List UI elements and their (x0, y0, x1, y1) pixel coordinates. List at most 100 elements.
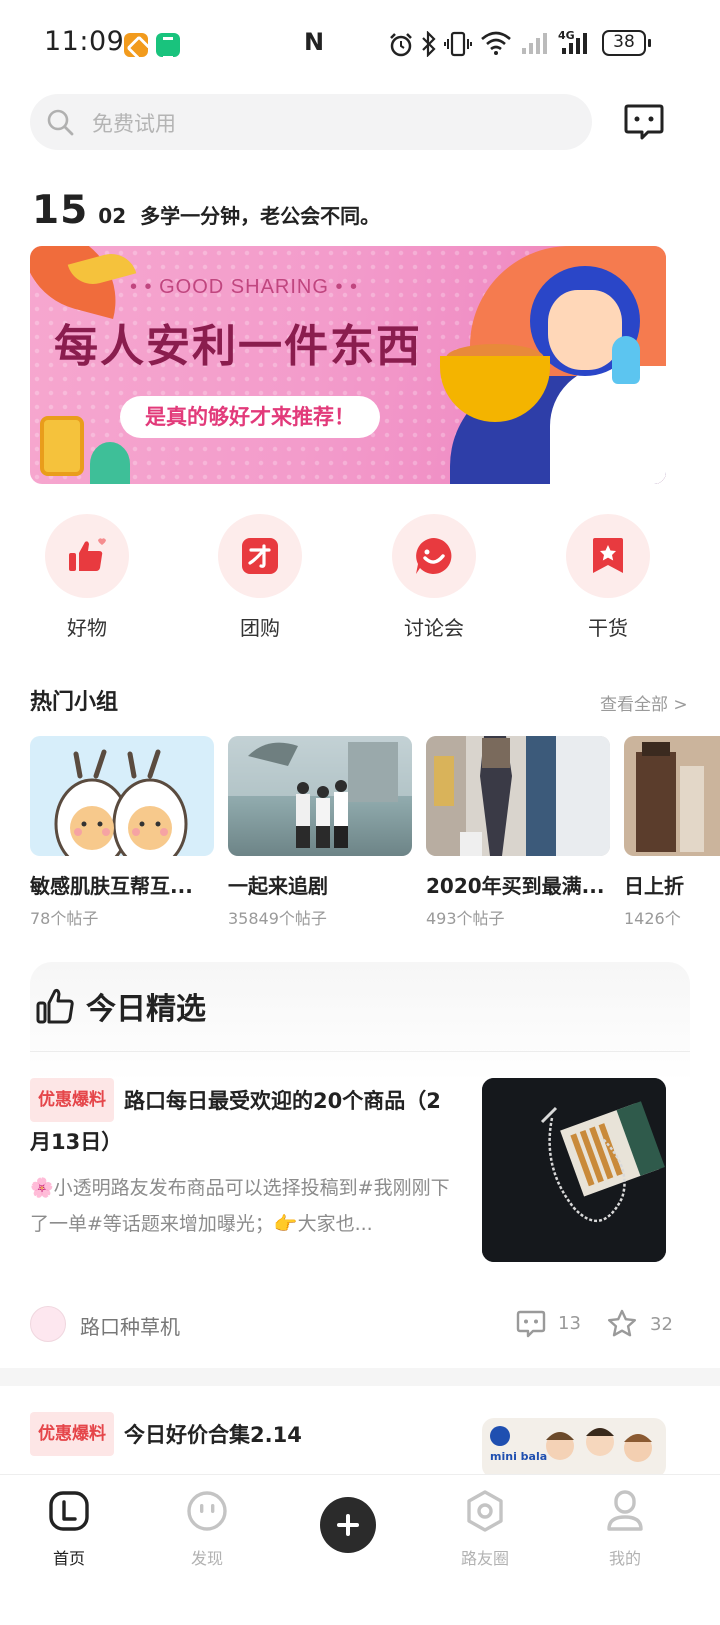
see-all-link[interactable]: 查看全部 > (600, 690, 688, 715)
group-image (426, 736, 610, 856)
nav-home[interactable]: 首页 (14, 1489, 124, 1569)
signal-icon-1 (522, 33, 547, 54)
wardrobe-image (426, 736, 610, 856)
thumb-brand-text: mini bala (490, 1450, 547, 1463)
star-count: 32 (650, 1313, 673, 1335)
alarm-icon (390, 33, 412, 57)
banner-title: 每人安利一件东西 (54, 321, 422, 372)
group-card[interactable]: 2020年买到最满... 493个帖子 (426, 736, 610, 926)
group-name: 一起来追剧 (228, 874, 328, 898)
date-slogan: 多学一分钟，老公会不同。 (140, 204, 381, 228)
category-discussion-circle (392, 514, 476, 598)
category-goods-circle (45, 514, 129, 598)
category-tips[interactable]: 干货 (558, 514, 658, 641)
group-count: 78个帖子 (30, 909, 99, 926)
group-card[interactable]: 日上折 1426个 (624, 736, 720, 926)
nav-label: 我的 (608, 1549, 641, 1568)
drama-scene-image (228, 736, 412, 848)
divider (30, 1051, 690, 1052)
category-row: 好物 团购 讨论会 干货 (0, 514, 720, 644)
category-tips-circle (566, 514, 650, 598)
hourglass-app-icon (156, 33, 180, 59)
comment-count: 13 (558, 1312, 581, 1334)
group-card[interactable]: 一起来追剧 35849个帖子 (228, 736, 412, 926)
bunny-characters-image (54, 749, 188, 856)
svg-text:4G: 4G (558, 29, 575, 42)
banner-illustration-shirt (550, 366, 666, 484)
thumbs-up-icon (36, 988, 74, 1024)
message-icon[interactable] (622, 100, 666, 144)
banner-plant-decoration (90, 442, 130, 484)
bluetooth-icon (422, 31, 436, 57)
discover-face-icon (187, 1491, 227, 1531)
deal-tag: 优惠爆料 (30, 1412, 114, 1456)
nfc-icon: N (304, 28, 325, 56)
banner-subtitle: • • GOOD SHARING • • (130, 276, 359, 298)
star-stat[interactable]: 32 (606, 1308, 673, 1340)
search-input[interactable]: 免费试用 (30, 94, 592, 150)
category-goods[interactable]: 好物 (37, 514, 137, 641)
date-month: 02 (98, 204, 127, 228)
article-author-row: 路口种草机 13 32 (30, 1302, 673, 1346)
category-label: 讨论会 (404, 616, 464, 640)
category-group-buy-circle (218, 514, 302, 598)
comment-icon (516, 1310, 546, 1338)
article-card[interactable]: 优惠爆料 今日好价合集2.14 mini bala (30, 1412, 690, 1478)
banner-illustration-face (548, 290, 622, 370)
group-count: 493个帖子 (426, 909, 505, 926)
smile-bubble-icon (416, 538, 452, 574)
nav-circle[interactable]: 路友圈 (430, 1489, 540, 1569)
search-icon (47, 109, 74, 136)
kids-clothing-image: mini bala (490, 1426, 652, 1463)
article-title-block: 优惠爆料 今日好价合集2.14 (30, 1412, 450, 1456)
group-name: 敏感肌肤互帮互... (30, 874, 193, 898)
author-name[interactable]: 路口种草机 (80, 1311, 180, 1340)
group-card[interactable]: 敏感肌肤互帮互... 78个帖子 (30, 736, 214, 926)
category-group-buy[interactable]: 团购 (210, 514, 310, 641)
comment-stat[interactable]: 13 (516, 1308, 581, 1338)
date-day: 15 (32, 188, 89, 233)
hot-groups-title: 热门小组 (30, 690, 119, 715)
signal-4g-icon: 4G (558, 29, 587, 54)
bottom-nav: 首页 发现 路友圈 我的 (0, 1474, 720, 1625)
group-image (30, 736, 214, 856)
article-thumbnail (482, 1078, 666, 1262)
community-hex-icon (467, 1490, 503, 1532)
cosmetics-image (636, 742, 704, 852)
necklace-box-image (482, 1078, 666, 1262)
nav-label: 发现 (190, 1549, 223, 1568)
nav-profile[interactable]: 我的 (570, 1489, 680, 1569)
thumbs-up-heart-icon (69, 538, 106, 571)
section-gap (0, 1368, 720, 1386)
search-placeholder: 免费试用 (92, 112, 176, 136)
article-title-block: 优惠爆料 路口每日最受欢迎的20个商品（2月13日） (30, 1078, 450, 1162)
post-add-button[interactable] (320, 1497, 376, 1553)
article-title: 今日好价合集2.14 (124, 1423, 302, 1447)
group-name: 日上折 (624, 874, 684, 898)
category-discussion[interactable]: 讨论会 (384, 514, 484, 641)
group-count: 1426个 (624, 909, 681, 926)
vibrate-icon (444, 31, 472, 57)
banner-pill: 是真的够好才来推荐！ (120, 396, 380, 438)
group-name: 2020年买到最满... (426, 874, 605, 898)
promo-banner[interactable]: • • GOOD SHARING • • 每人安利一件东西 是真的够好才来推荐！ (30, 246, 666, 484)
category-label: 干货 (588, 616, 628, 640)
profile-icon (607, 1490, 643, 1531)
article-card[interactable]: 优惠爆料 路口每日最受欢迎的20个商品（2月13日） 🌸小透明路友发布商品可以选择… (30, 1078, 690, 1262)
status-time: 11:09 (44, 26, 125, 57)
category-label: 团购 (240, 616, 280, 640)
deal-tag: 优惠爆料 (30, 1078, 114, 1122)
hot-groups-row: 敏感肌肤互帮互... 78个帖子 一起来追剧 35849个帖子 2020年买到最… (30, 736, 720, 926)
bookmark-star-icon (593, 538, 623, 573)
app-notification-icon (124, 33, 148, 57)
home-icon (49, 1491, 89, 1531)
group-buy-icon (242, 538, 278, 574)
battery-indicator: 38 (602, 30, 651, 56)
category-label: 好物 (67, 616, 107, 640)
article-desc: 🌸小透明路友发布商品可以选择投稿到#我刚刚下了一单#等话题来增加曝光；👉大家也.… (30, 1177, 450, 1235)
banner-perfume-decoration (40, 416, 84, 476)
group-image (228, 736, 412, 856)
author-avatar[interactable] (30, 1306, 66, 1342)
nav-discover[interactable]: 发现 (152, 1489, 262, 1569)
status-bar: 11:09 N 4G 38 (0, 0, 720, 90)
